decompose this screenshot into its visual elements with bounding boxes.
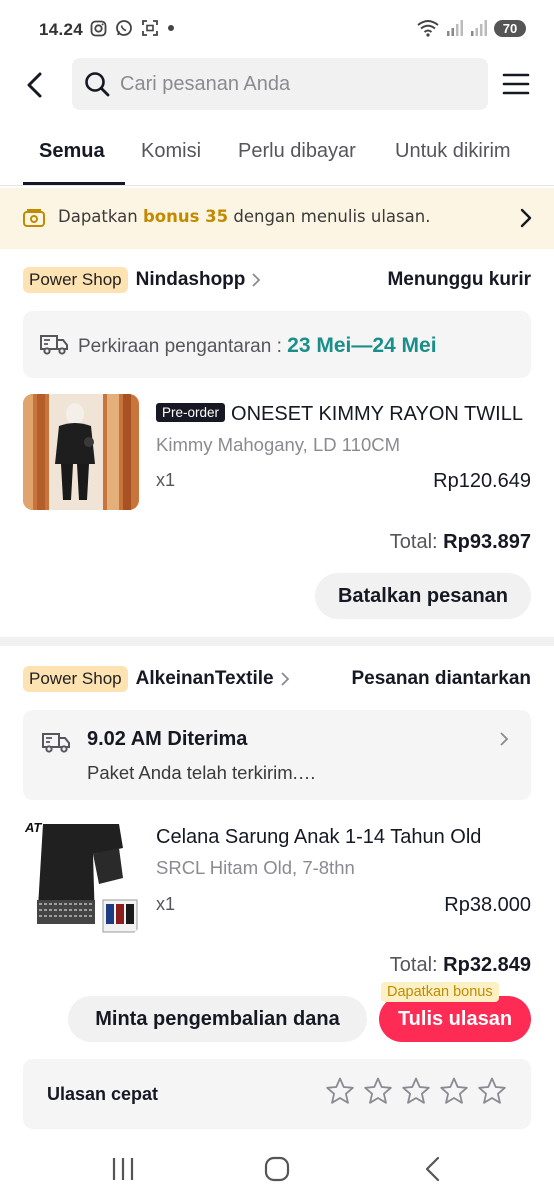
wifi-icon <box>417 20 439 37</box>
product-logo: AT <box>24 820 42 835</box>
menu-button[interactable] <box>502 70 530 98</box>
system-nav-bar <box>0 1140 554 1200</box>
header <box>0 58 554 112</box>
home-icon[interactable] <box>262 1154 292 1184</box>
search-input[interactable] <box>120 72 460 96</box>
tab-perlu-dibayar[interactable]: Perlu dibayar <box>238 140 356 163</box>
delivery-date: 23 Mei—24 Mei <box>287 334 437 357</box>
star-icon[interactable] <box>363 1076 393 1106</box>
star-rating[interactable] <box>325 1076 507 1106</box>
order-tabs: Semua Komisi Perlu dibayar Untuk dikirim <box>0 128 554 186</box>
status-time: 14.24 <box>39 20 84 39</box>
order-total: Total: Rp32.849 <box>390 954 531 977</box>
hamburger-icon <box>502 73 530 95</box>
product-photo <box>23 394 139 510</box>
total-label: Total: <box>389 531 444 553</box>
star-icon[interactable] <box>401 1076 431 1106</box>
screenshot-icon <box>142 20 158 36</box>
star-icon[interactable] <box>325 1076 355 1106</box>
star-icon[interactable] <box>477 1076 507 1106</box>
shop-row[interactable]: Power Shop Nindashopp <box>23 266 261 294</box>
signal-icon <box>471 20 487 36</box>
cancel-order-button[interactable]: Batalkan pesanan <box>315 573 531 619</box>
quick-review-label: Ulasan cepat <box>47 1084 159 1104</box>
banner-highlight: bonus 35 <box>142 207 229 226</box>
tab-komisi[interactable]: Komisi <box>141 140 201 163</box>
preorder-badge: Pre-order <box>156 403 226 422</box>
back-button[interactable] <box>16 66 52 104</box>
tab-untuk-dikirim[interactable]: Untuk dikirim <box>395 140 511 163</box>
chevron-right-icon <box>280 672 289 686</box>
coin-icon <box>23 209 45 227</box>
search-box[interactable] <box>72 58 488 110</box>
bonus-tag: Dapatkan bonus <box>381 982 499 1002</box>
signal-icon <box>447 20 463 36</box>
delivery-status-subtitle: Paket Anda telah terkirim.… <box>87 762 317 783</box>
order-status: Menunggu kurir <box>387 269 531 290</box>
tab-semua[interactable]: Semua <box>39 140 105 163</box>
product-variant: SRCL Hitam Old, 7-8thn <box>156 857 355 878</box>
chevron-right-icon <box>252 273 261 287</box>
write-review-button[interactable]: Tulis ulasan <box>379 996 531 1042</box>
order-status: Pesanan diantarkan <box>351 668 531 689</box>
product-quantity: x1 <box>156 470 176 490</box>
quick-review-box: Ulasan cepat <box>23 1059 531 1129</box>
delivery-estimate: Perkiraan pengantaran : 23 Mei—24 Mei <box>78 334 437 358</box>
total-label: Total: <box>389 954 444 976</box>
banner-prefix: Dapatkan <box>58 207 143 226</box>
product-image[interactable] <box>23 394 139 510</box>
product-photo: AT <box>23 818 139 934</box>
search-icon <box>85 72 110 97</box>
product-quantity: x1 <box>156 894 176 914</box>
notification-icons <box>90 19 175 37</box>
product-price: Rp120.649 <box>433 470 531 492</box>
product-title: ONESET KIMMY RAYON TWILL <box>231 403 523 425</box>
review-bonus-banner[interactable]: Dapatkan bonus 35 dengan menulis ulasan. <box>0 188 554 249</box>
active-tab-indicator <box>23 182 125 185</box>
instagram-icon <box>90 20 107 36</box>
battery-indicator: 70 <box>494 19 526 37</box>
whatsapp-icon <box>116 20 132 36</box>
system-icons: 70 <box>416 18 526 38</box>
total-value: Rp32.849 <box>443 954 531 976</box>
product-price: Rp38.000 <box>444 894 531 916</box>
product-variant: Kimmy Mahogany, LD 110CM <box>156 434 401 455</box>
power-shop-badge: Power Shop <box>23 666 128 692</box>
delivery-label: Perkiraan pengantaran : <box>78 336 288 357</box>
chevron-right-icon <box>500 732 509 746</box>
back-nav-icon[interactable] <box>418 1154 448 1184</box>
chevron-right-icon <box>520 208 532 228</box>
product-name[interactable]: Pre-order ONESET KIMMY RAYON TWILL <box>156 403 536 426</box>
order-total: Total: Rp93.897 <box>390 531 531 554</box>
truck-icon <box>40 335 68 355</box>
banner-suffix: dengan menulis ulasan. <box>228 207 431 226</box>
product-name[interactable]: Celana Sarung Anak 1-14 Tahun Old <box>156 826 536 849</box>
shop-name: AlkeinanTextile <box>135 668 274 689</box>
shop-row[interactable]: Power Shop AlkeinanTextile <box>23 665 290 693</box>
section-divider <box>0 637 554 646</box>
star-icon[interactable] <box>439 1076 469 1106</box>
status-bar: 14.24 70 <box>0 0 554 56</box>
truck-icon <box>42 733 70 753</box>
power-shop-badge: Power Shop <box>23 267 128 293</box>
delivery-estimate-box: Perkiraan pengantaran : 23 Mei—24 Mei <box>23 311 531 378</box>
delivery-status-box[interactable]: 9.02 AM Diterima Paket Anda telah terkir… <box>23 710 531 800</box>
chevron-left-icon <box>27 72 42 98</box>
request-refund-button[interactable]: Minta pengembalian dana <box>68 996 367 1042</box>
dot-icon <box>168 25 174 31</box>
banner-text: Dapatkan bonus 35 dengan menulis ulasan. <box>58 207 430 226</box>
total-value: Rp93.897 <box>443 531 531 553</box>
product-image[interactable]: AT <box>23 818 139 934</box>
recent-apps-icon[interactable] <box>108 1154 138 1184</box>
delivery-status-title: 9.02 AM Diterima <box>87 728 248 750</box>
shop-name: Nindashopp <box>135 269 246 290</box>
